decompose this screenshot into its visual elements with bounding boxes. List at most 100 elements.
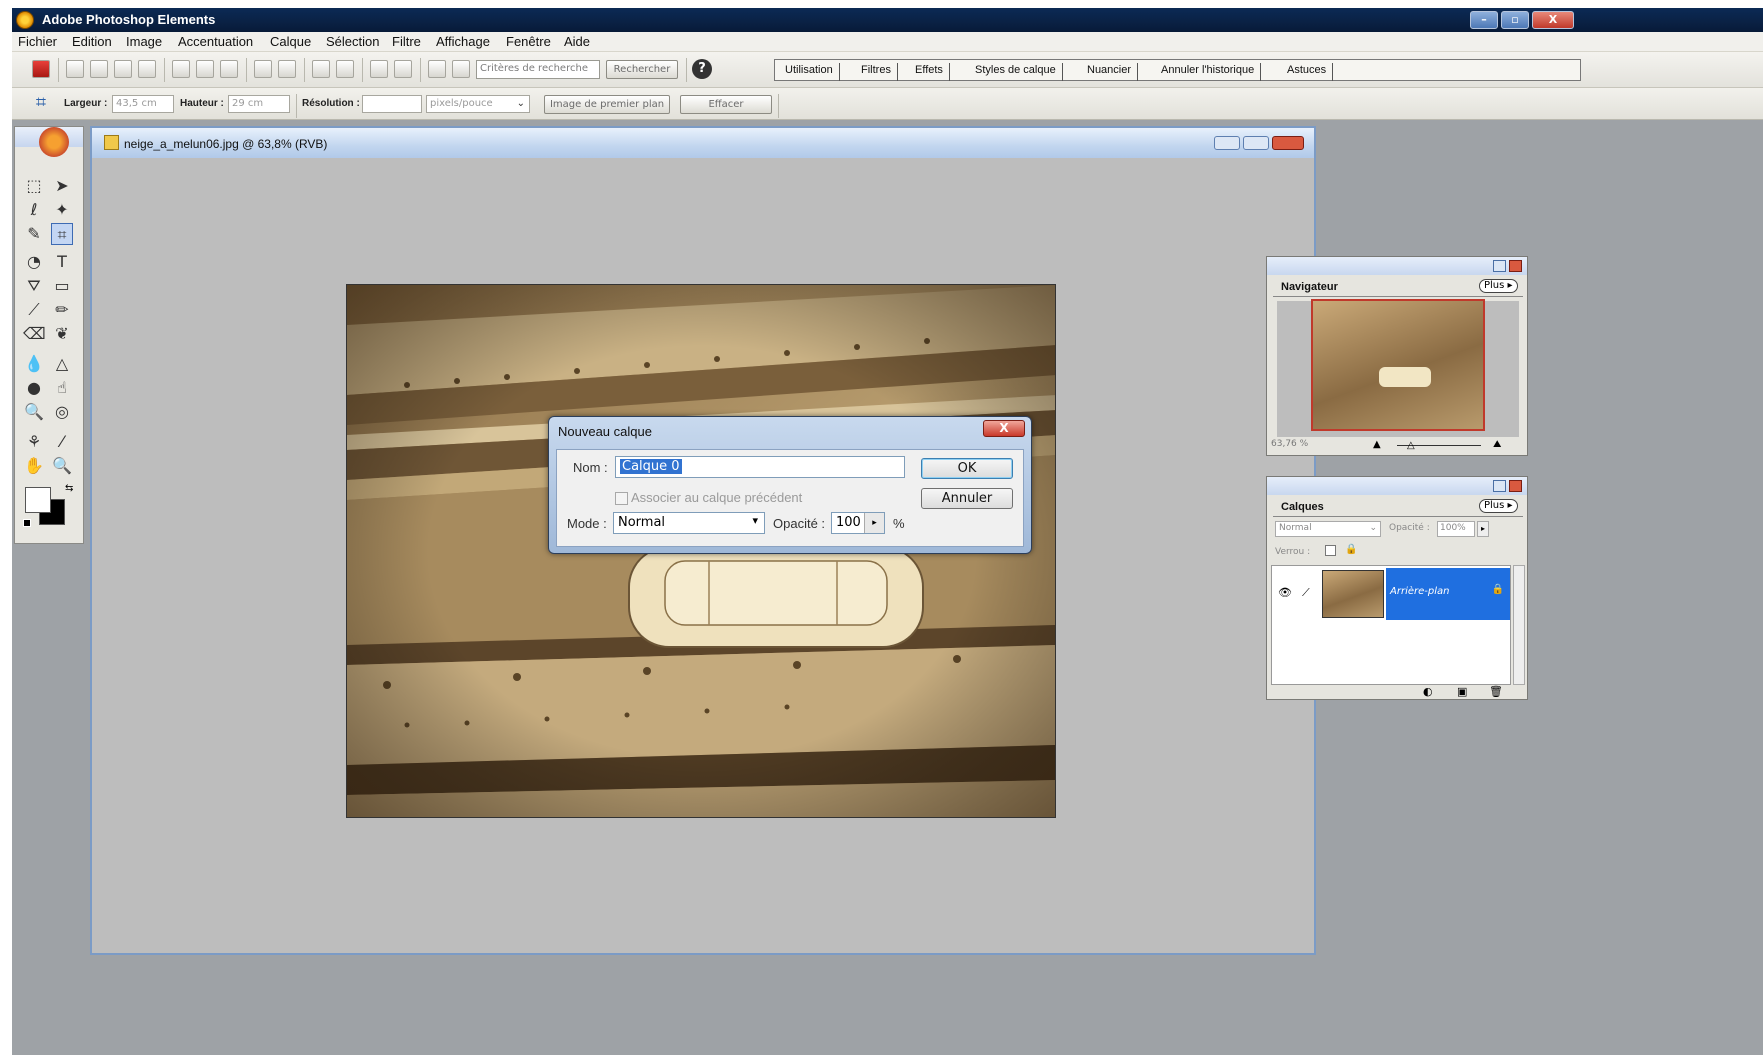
layer-row[interactable]: 👁 ⟋ Arrière-plan 🔒 (1272, 568, 1510, 620)
close-button[interactable]: X (1532, 11, 1574, 29)
selection-brush-icon[interactable]: ✎ (23, 223, 45, 245)
document-titlebar[interactable]: neige_a_melun06.jpg @ 63,8% (RVB) (92, 128, 1314, 158)
menu-accentuation[interactable]: Accentuation (178, 34, 253, 49)
online-services-icon[interactable] (278, 60, 296, 78)
opacity-slider-button[interactable]: ▸ (864, 513, 884, 533)
eye-icon[interactable]: 👁 (1278, 586, 1292, 599)
navigator-tab[interactable]: Navigateur (1281, 281, 1338, 293)
crop-tool-icon[interactable]: ⌗ (32, 94, 50, 112)
palette-tab-filtres[interactable]: Filtres (855, 63, 898, 81)
cancel-button[interactable]: Annuler (921, 488, 1013, 509)
clone-stamp-icon[interactable]: ⚘ (23, 431, 45, 453)
palette-tab-effets[interactable]: Effets (909, 63, 950, 81)
print-preview-icon[interactable] (220, 60, 238, 78)
resolution-field[interactable] (362, 95, 422, 113)
panel-collapse-button[interactable] (1493, 260, 1506, 272)
menu-fichier[interactable]: Fichier (18, 34, 57, 49)
adjustment-layer-icon[interactable]: ◐ (1423, 685, 1433, 698)
redo-icon[interactable] (394, 60, 412, 78)
palette-tab-nuancier[interactable]: Nuancier (1081, 63, 1139, 81)
zoom-out-icon[interactable]: ▲ (1373, 439, 1381, 450)
save-icon[interactable] (172, 60, 190, 78)
panel-close-button[interactable] (1509, 260, 1522, 272)
email-icon[interactable] (312, 60, 330, 78)
brush-link-icon[interactable]: ⟋ (1302, 586, 1310, 600)
palette-tab-styles-de-calque[interactable]: Styles de calque (969, 63, 1063, 81)
sponge-tool-icon[interactable]: ● (23, 377, 45, 399)
open-file-icon[interactable] (90, 60, 108, 78)
doc-minimize-button[interactable] (1214, 136, 1240, 150)
move-tool-icon[interactable]: ➤ (51, 175, 73, 197)
layers-more-button[interactable]: Plus ▸ (1479, 499, 1518, 513)
marquee-tool-icon[interactable]: ⬚ (23, 175, 45, 197)
organizer-icon[interactable] (32, 60, 50, 78)
layer-name-field[interactable]: Calque 0 (615, 456, 905, 478)
new-layer-icon[interactable]: ▣ (1457, 685, 1467, 698)
palette-tab-annuler-historique[interactable]: Annuler l'historique (1155, 63, 1262, 81)
lock-icon[interactable]: 🔒 (1345, 544, 1357, 555)
menu-filtre[interactable]: Filtre (392, 34, 421, 49)
navigator-zoom-value[interactable]: 63,76 % (1271, 439, 1331, 453)
search-input[interactable]: Critères de recherche (476, 60, 600, 79)
menu-aide[interactable]: Aide (564, 34, 590, 49)
eyedropper-icon[interactable]: ⁄ (51, 431, 73, 453)
paint-bucket-icon[interactable]: ⛛ (23, 275, 45, 297)
width-field[interactable]: 43,5 cm (112, 95, 174, 113)
smudge-tool-icon[interactable]: ☝ (51, 377, 73, 399)
swap-colors-icon[interactable]: ⇆ (65, 483, 73, 494)
auto-fix-icon[interactable] (452, 60, 470, 78)
gradient-tool-icon[interactable]: ▭ (51, 275, 73, 297)
opacity-field[interactable]: 100 ▸ (831, 512, 885, 534)
panel-close-button[interactable] (1509, 480, 1522, 492)
clipping-checkbox[interactable] (615, 492, 628, 505)
layers-opacity-slider-button[interactable]: ▸ (1477, 521, 1489, 537)
navigator-panel-header[interactable] (1267, 257, 1527, 275)
browse-icon[interactable] (114, 60, 132, 78)
burn-tool-icon[interactable]: 🔍 (23, 401, 45, 423)
layer-name[interactable]: Arrière-plan (1390, 586, 1449, 597)
palette-tab-astuces[interactable]: Astuces (1281, 63, 1334, 81)
navigator-view-box[interactable] (1311, 299, 1485, 431)
red-eye-icon[interactable]: ◔ (23, 251, 45, 273)
organizer-flower-icon[interactable] (39, 127, 69, 157)
clear-button[interactable]: Effacer (680, 95, 772, 114)
menu-fenetre[interactable]: Fenêtre (506, 34, 551, 49)
mode-select[interactable]: Normal ▾ (613, 512, 765, 534)
dialog-close-button[interactable]: X (983, 420, 1025, 437)
default-colors-icon[interactable] (23, 519, 31, 527)
menu-affichage[interactable]: Affichage (436, 34, 490, 49)
new-file-icon[interactable] (66, 60, 84, 78)
import-icon[interactable] (138, 60, 156, 78)
palette-tab-utilisation[interactable]: Utilisation (779, 63, 840, 81)
eraser-tool-icon[interactable]: ⌫ (23, 323, 46, 345)
undo-icon[interactable] (370, 60, 388, 78)
print-icon[interactable] (254, 60, 272, 78)
menu-image[interactable]: Image (126, 34, 162, 49)
zoom-slider-thumb[interactable]: △ (1407, 440, 1415, 451)
hand-tool-icon[interactable]: ✋ (23, 455, 45, 477)
dodge-tool-icon[interactable]: ◎ (51, 401, 73, 423)
layers-opacity-field[interactable]: 100% (1437, 521, 1475, 537)
text-tool-icon[interactable]: T (51, 251, 73, 273)
search-button[interactable]: Rechercher (606, 60, 678, 79)
doc-restore-button[interactable] (1243, 136, 1269, 150)
layers-tab[interactable]: Calques (1281, 501, 1324, 513)
menu-selection[interactable]: Sélection (326, 34, 379, 49)
trash-icon[interactable]: 🗑 (1489, 685, 1503, 698)
ok-button[interactable]: OK (921, 458, 1013, 479)
save-web-icon[interactable] (196, 60, 214, 78)
quick-fix-icon[interactable] (428, 60, 446, 78)
lock-transparency-checkbox[interactable] (1325, 545, 1336, 556)
magic-wand-icon[interactable]: ✦ (51, 199, 73, 221)
blend-mode-select[interactable]: Normal ⌄ (1275, 521, 1381, 537)
units-select[interactable]: pixels/pouce ⌄ (426, 95, 530, 113)
doc-close-button[interactable] (1272, 136, 1304, 150)
attach-icon[interactable] (336, 60, 354, 78)
maximize-button[interactable]: ▫ (1501, 11, 1529, 29)
menu-edition[interactable]: Edition (72, 34, 112, 49)
front-image-button[interactable]: Image de premier plan (544, 95, 670, 114)
impressionist-brush-icon[interactable]: ❦ (51, 323, 73, 345)
pencil-tool-icon[interactable]: ✏ (51, 299, 73, 321)
brush-tool-icon[interactable]: ⟋ (23, 299, 45, 321)
menu-calque[interactable]: Calque (270, 34, 311, 49)
